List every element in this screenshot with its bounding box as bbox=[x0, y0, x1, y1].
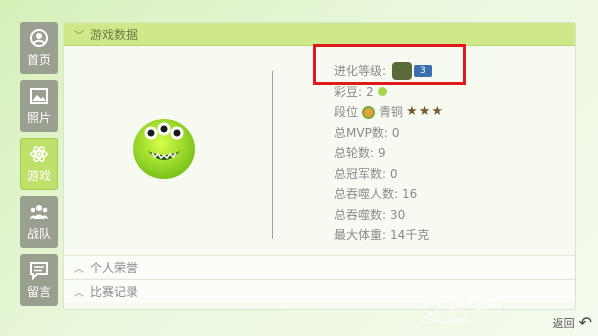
user-circle-icon bbox=[30, 29, 48, 47]
game-data-header[interactable]: ﹀ 游戏数据 bbox=[64, 23, 575, 46]
champion-value: 0 bbox=[390, 166, 398, 181]
devour-row: 总吞噬数: 30 bbox=[334, 205, 564, 226]
devour-player-row: 总吞噬人数: 16 bbox=[334, 184, 564, 205]
stats-list: 进化等级: 3 彩豆: 2 段位 青铜 ★ ★ ★ 总MVP数: 0 总轮数: … bbox=[334, 61, 564, 246]
sidebar-item-label: 首页 bbox=[26, 53, 51, 67]
sidebar-item-messages[interactable]: 留言 bbox=[20, 254, 58, 306]
back-arrow-icon: ↶ bbox=[578, 313, 592, 332]
star-icon: ★ bbox=[418, 104, 431, 119]
watermark-url: Ctext.com bbox=[422, 316, 469, 326]
back-button[interactable]: 返回 ↶ bbox=[553, 313, 592, 332]
watermark: ◇ 游戏网 Ctext.com bbox=[422, 290, 552, 330]
back-label: 返回 bbox=[552, 316, 575, 330]
watermark-text: 游戏网 bbox=[447, 294, 502, 315]
sidebar-item-label: 游戏 bbox=[26, 169, 51, 183]
devour-player-value: 16 bbox=[402, 187, 418, 201]
atom-icon bbox=[30, 146, 48, 162]
sidebar-item-team[interactable]: 战队 bbox=[20, 196, 58, 248]
team-icon bbox=[29, 205, 49, 219]
max-weight-row: 最大体重: 14千克 bbox=[334, 225, 564, 246]
vertical-divider bbox=[272, 71, 273, 239]
chevron-up-icon: ︿ bbox=[74, 263, 84, 275]
bean-icon bbox=[377, 87, 387, 97]
champion-row: 总冠军数: 0 bbox=[334, 164, 564, 185]
sidebar-item-label: 照片 bbox=[26, 111, 51, 125]
rounds-label: 总轮数: bbox=[334, 146, 375, 160]
section-title: 比赛记录 bbox=[90, 284, 139, 299]
highlight-annotation bbox=[313, 44, 466, 85]
star-icon: ★ bbox=[431, 104, 443, 119]
rank-label: 段位 bbox=[334, 105, 359, 119]
sidebar-item-games[interactable]: 游戏 bbox=[20, 138, 58, 190]
devour-label: 总吞噬数: bbox=[334, 207, 387, 222]
sidebar-item-photos[interactable]: 照片 bbox=[20, 80, 58, 132]
sidebar-item-label: 留言 bbox=[26, 285, 51, 299]
sidebar-item-home[interactable]: 首页 bbox=[20, 22, 58, 74]
rounds-value: 9 bbox=[378, 146, 386, 160]
devour-value: 30 bbox=[390, 207, 406, 222]
mvp-value: 0 bbox=[391, 125, 400, 140]
photo-icon bbox=[30, 88, 48, 104]
chevron-down-icon: ﹀ bbox=[74, 30, 84, 42]
rank-value: 青铜 bbox=[379, 105, 404, 119]
chat-icon bbox=[30, 262, 48, 280]
sidebar-item-label: 战队 bbox=[26, 227, 51, 241]
avatar bbox=[133, 119, 195, 179]
sidebar: 首页 照片 游戏 战队 留言 bbox=[20, 22, 58, 312]
section-title: 个人荣誉 bbox=[90, 260, 139, 275]
mvp-label: 总MVP数: bbox=[334, 125, 388, 140]
devour-player-label: 总吞噬人数: bbox=[334, 187, 399, 201]
chevron-up-icon: ︿ bbox=[74, 287, 84, 299]
max-weight-value: 14千克 bbox=[390, 228, 430, 242]
medal-icon bbox=[362, 105, 376, 119]
section-personal-honor[interactable]: ︿ 个人荣誉 bbox=[64, 255, 575, 278]
star-icon: ★ bbox=[406, 104, 418, 119]
max-weight-label: 最大体重: bbox=[334, 228, 387, 242]
rounds-row: 总轮数: 9 bbox=[334, 143, 564, 164]
champion-label: 总冠军数: bbox=[334, 166, 387, 181]
rank-row: 段位 青铜 ★ ★ ★ bbox=[334, 102, 564, 123]
mvp-row: 总MVP数: 0 bbox=[334, 123, 564, 144]
section-title: 游戏数据 bbox=[90, 27, 139, 42]
